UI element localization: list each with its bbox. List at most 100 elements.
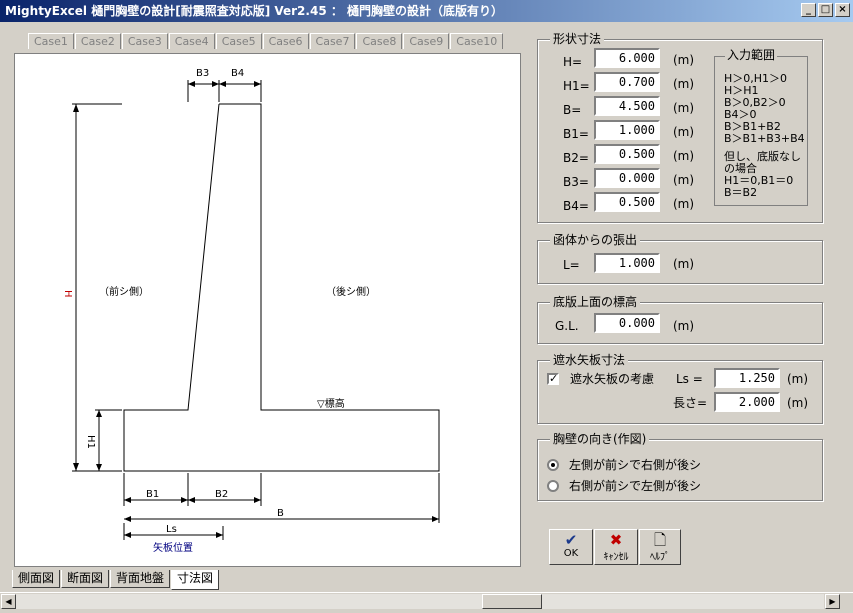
ground-level-label: ▽標高 — [317, 397, 345, 410]
orientation-option-2[interactable]: 右側が前シで左側が後シ — [569, 478, 701, 494]
b-arrow-right — [432, 516, 439, 522]
ls-caption: 矢板位置 — [153, 541, 193, 554]
h1-input[interactable]: 0.700 — [594, 72, 660, 92]
ls-label: Ls = — [676, 372, 703, 386]
wall-dimension-svg: B3 B4 B1 B2 B Ls 矢板位置 H H1 （前シ側） （後シ側） ▽… — [62, 68, 440, 554]
dim-b4-label: B4 — [231, 68, 244, 79]
window-title: MightyExcel 樋門胸壁の設計[耐震照査対応版] Ver2.45 ： 樋… — [5, 4, 504, 18]
orientation-radio-right-front[interactable] — [547, 480, 559, 492]
close-icon[interactable]: × — [835, 3, 850, 17]
b3-arrow-left — [188, 81, 195, 87]
h1-label: H1= — [563, 79, 590, 93]
b1-arrow-right — [181, 497, 188, 503]
gl-unit: (m) — [673, 319, 695, 333]
shape-group-title: 形状寸法 — [550, 32, 605, 46]
b1-unit: (m) — [673, 125, 695, 139]
range-line: B＞B1+B3+B4 — [724, 132, 805, 145]
h-arrow-bottom — [73, 463, 79, 471]
tab-case2: Case2 — [74, 33, 121, 49]
h-label: H= — [563, 55, 583, 69]
dim-ls-label: Ls — [166, 524, 177, 535]
ls-arrow-left — [124, 532, 131, 538]
scrollbar-thumb[interactable] — [482, 594, 542, 609]
orientation-group-title: 胸壁の向き(作図) — [550, 432, 650, 446]
sheetpile-checkbox[interactable]: ✓ — [547, 373, 559, 385]
b2-arrow-right — [254, 497, 261, 503]
tab-case4: Case4 — [168, 33, 215, 49]
range-line: B＝B2 — [724, 186, 758, 199]
tab-case6: Case6 — [262, 33, 309, 49]
b3-unit: (m) — [673, 173, 695, 187]
b1-label: B1= — [563, 127, 589, 141]
b3-arrow-right — [212, 81, 219, 87]
horizontal-scrollbar[interactable]: ◀ ▶ — [0, 592, 853, 609]
help-button[interactable]: 🗋 ﾍﾙﾌﾟ — [639, 529, 681, 565]
dim-h-label: H — [62, 290, 73, 298]
overhang-group-title: 函体からの張出 — [550, 233, 641, 247]
sheetpile-group: 遮水矢板寸法 — [537, 353, 823, 424]
tab-case5: Case5 — [215, 33, 262, 49]
h1-arrow-top — [96, 410, 102, 417]
wall-outline — [123, 103, 440, 472]
tab-case7: Case7 — [309, 33, 356, 49]
document-icon: 🗋 — [653, 531, 667, 549]
back-side-label: （後シ側） — [326, 285, 376, 298]
b4-label: B4= — [563, 199, 589, 213]
b1-arrow-left — [124, 497, 131, 503]
b4-arrow-right — [254, 81, 261, 87]
dimension-drawing: B3 B4 B1 B2 B Ls 矢板位置 H H1 （前シ側） （後シ側） ▽… — [14, 53, 521, 567]
gl-input[interactable]: 0.000 — [594, 313, 660, 333]
input-range-box: 入力範囲 H＞0,H1＞0 H＞H1 B＞0,B2＞0 B4＞0 B＞B1+B2… — [714, 49, 808, 206]
ls-unit: (m) — [787, 372, 809, 386]
h-input[interactable]: 6.000 — [594, 48, 660, 68]
ok-button[interactable]: ✔ OK — [549, 529, 593, 565]
dim-h1-label: H1 — [85, 435, 96, 449]
view-tabs: 側面図 断面図 背面地盤 寸法図 — [12, 570, 220, 590]
base-elevation-title: 底版上面の標高 — [550, 295, 641, 309]
b-unit: (m) — [673, 101, 695, 115]
dim-b3-label: B3 — [196, 68, 209, 79]
h1-unit: (m) — [673, 77, 695, 91]
dim-b-label: B — [277, 508, 284, 519]
length-unit: (m) — [787, 396, 809, 410]
tab-case8: Case8 — [356, 33, 403, 49]
orientation-option-1[interactable]: 左側が前シで右側が後シ — [569, 457, 701, 473]
b-input[interactable]: 4.500 — [594, 96, 660, 116]
length-input[interactable]: 2.000 — [714, 392, 780, 412]
front-side-label: （前シ側） — [99, 285, 149, 298]
b2-arrow-left — [188, 497, 195, 503]
b4-unit: (m) — [673, 197, 695, 211]
orientation-radio-left-front[interactable] — [547, 459, 559, 471]
ls-input[interactable]: 1.250 — [714, 368, 780, 388]
scroll-left-icon[interactable]: ◀ — [1, 594, 16, 609]
l-input[interactable]: 1.000 — [594, 253, 660, 273]
b4-input[interactable]: 0.500 — [594, 192, 660, 212]
minimize-icon[interactable]: _ — [801, 3, 816, 17]
cancel-button-label: ｷｬﾝｾﾙ — [603, 552, 629, 563]
h-unit: (m) — [673, 53, 695, 67]
b2-input[interactable]: 0.500 — [594, 144, 660, 164]
length-label: 長さ= — [673, 396, 708, 410]
b-arrow-left — [124, 516, 131, 522]
tab-side-view[interactable]: 側面図 — [12, 570, 61, 588]
tab-dimension-view[interactable]: 寸法図 — [171, 570, 220, 590]
help-button-label: ﾍﾙﾌﾟ — [650, 552, 670, 563]
scroll-right-icon[interactable]: ▶ — [825, 594, 840, 609]
b2-label: B2= — [563, 151, 589, 165]
tab-case1: Case1 — [28, 33, 74, 49]
b1-input[interactable]: 1.000 — [594, 120, 660, 140]
input-range-title: 入力範囲 — [725, 48, 778, 62]
cancel-button[interactable]: ✖ ｷｬﾝｾﾙ — [594, 529, 638, 565]
b3-label: B3= — [563, 175, 589, 189]
tab-case9: Case9 — [403, 33, 450, 49]
dim-b1-label: B1 — [146, 489, 159, 500]
scrollbar-track[interactable] — [16, 594, 824, 609]
b2-unit: (m) — [673, 149, 695, 163]
tab-back-ground[interactable]: 背面地盤 — [110, 570, 171, 588]
h-arrow-top — [73, 104, 79, 112]
b3-input[interactable]: 0.000 — [594, 168, 660, 188]
tab-case3: Case3 — [121, 33, 168, 49]
gl-label: G.L. — [555, 319, 579, 333]
tab-section-view[interactable]: 断面図 — [61, 570, 110, 588]
maximize-icon[interactable]: □ — [818, 3, 833, 17]
